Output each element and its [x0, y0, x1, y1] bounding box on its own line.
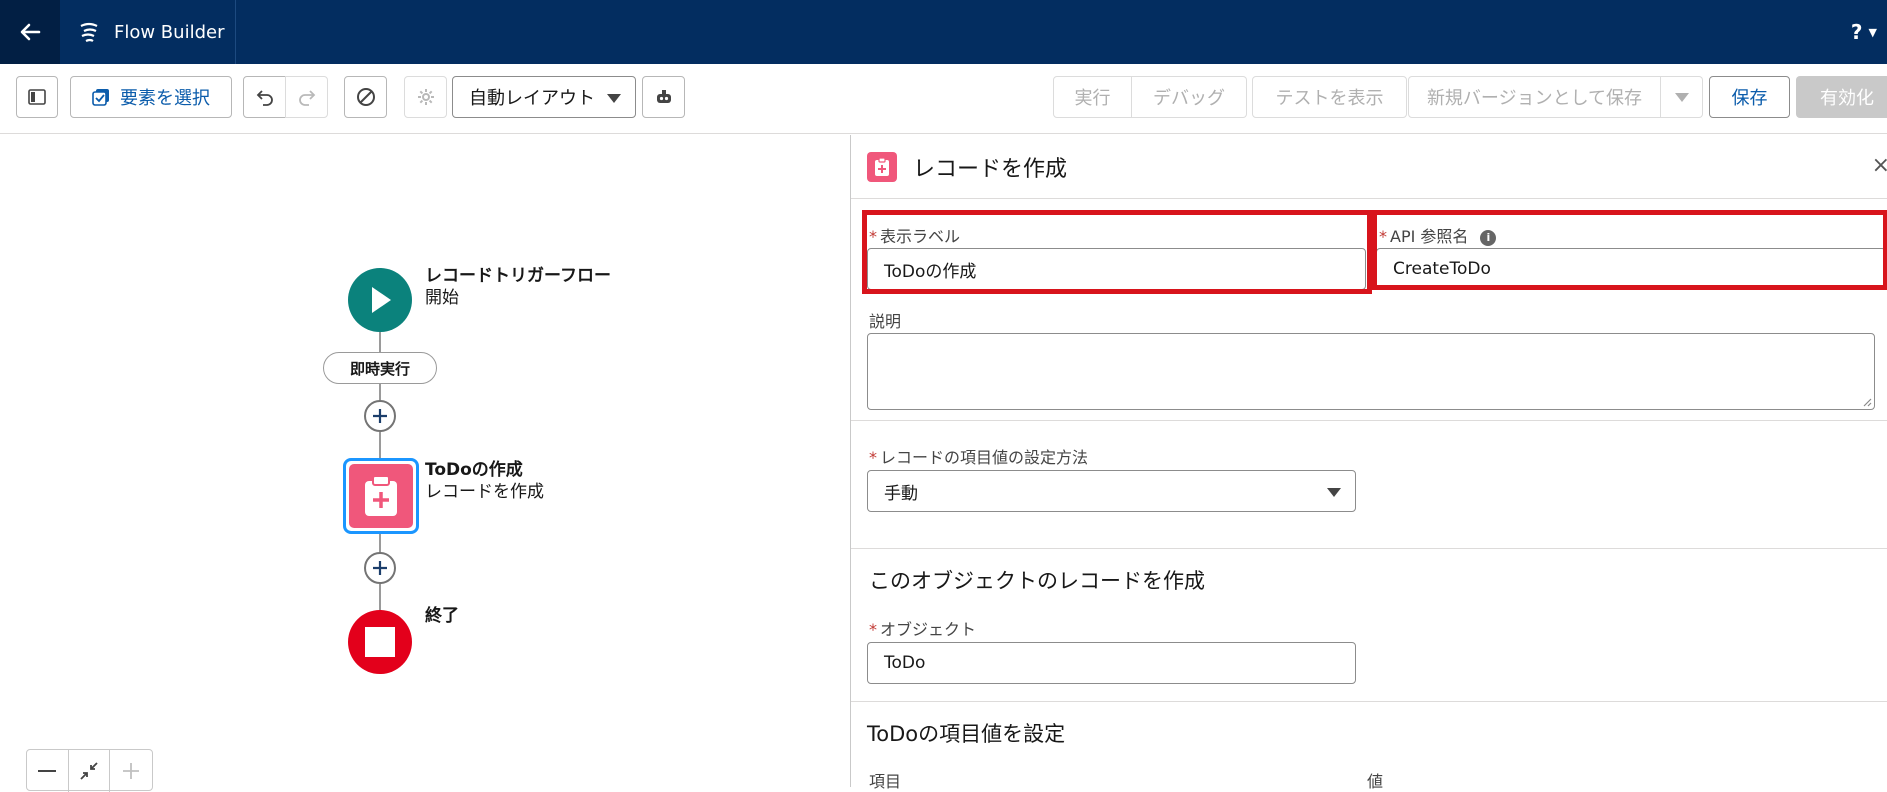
select-elements-label: 要素を選択 [120, 88, 210, 109]
save-version-group: 新規バージョンとして保存 [1408, 76, 1703, 118]
flow-connector-button[interactable] [642, 76, 685, 118]
panel-toggle-icon [28, 89, 46, 105]
flow-logo-icon [80, 22, 98, 43]
app-brand: Flow Builder [60, 0, 236, 64]
select-checkbox-icon [92, 89, 109, 106]
panel-title: レコードを作成 [913, 157, 1068, 182]
zoom-in-button[interactable] [110, 750, 152, 792]
values-section-title: ToDoの項目値を設定 [867, 722, 1066, 746]
divider [851, 420, 1887, 421]
create-record-node-body [349, 464, 413, 528]
back-arrow-icon [20, 23, 41, 41]
end-node-title: 終了 [425, 606, 459, 626]
description-field-label: 説明 [869, 312, 902, 331]
plus-icon [373, 561, 387, 575]
run-debug-group: 実行 デバッグ [1053, 76, 1247, 118]
chevron-down-icon [1327, 488, 1341, 497]
minus-icon [38, 770, 57, 772]
highlight-box-label [862, 210, 1372, 294]
object-section-title: このオブジェクトのレコードを作成 [869, 569, 1205, 593]
set-method-select-value: 手動 [884, 483, 918, 504]
robot-icon [656, 90, 671, 103]
end-node[interactable] [348, 610, 412, 674]
global-header: Flow Builder ? ▼ [0, 0, 1887, 64]
resize-grip-icon [1863, 398, 1872, 407]
highlight-box-api-name [1372, 210, 1887, 290]
plus-icon [123, 763, 140, 779]
fit-view-button[interactable] [69, 750, 111, 792]
zoom-out-button[interactable] [27, 750, 69, 792]
errors-button[interactable] [344, 76, 387, 118]
set-method-select[interactable]: 手動 [867, 470, 1356, 512]
help-icon: ? [1850, 20, 1863, 44]
values-column-value: 値 [1367, 772, 1384, 791]
contract-icon [80, 762, 98, 780]
create-record-node-subtitle: レコードを作成 [425, 482, 544, 502]
back-button[interactable] [0, 0, 60, 64]
stop-icon [365, 627, 395, 657]
select-elements-button[interactable]: 要素を選択 [70, 76, 232, 118]
add-element-button[interactable] [364, 552, 396, 584]
create-record-node-title: ToDoの作成 [425, 460, 523, 480]
clipboard-plus-icon [867, 152, 897, 182]
activate-button[interactable]: 有効化 [1796, 76, 1887, 118]
redo-button[interactable] [285, 76, 328, 118]
save-as-new-version-button[interactable]: 新規バージョンとして保存 [1408, 76, 1661, 118]
chevron-down-icon [607, 94, 621, 103]
values-column-field: 項目 [869, 772, 902, 791]
object-field-label: * オブジェクト [869, 620, 977, 639]
run-button[interactable]: 実行 [1053, 76, 1132, 118]
save-button[interactable]: 保存 [1709, 76, 1790, 118]
object-field-input[interactable]: ToDo [867, 642, 1356, 684]
toolbar: 要素を選択 自動レイアウト 実行 デバッグ テストを表示 新規バージョンとして保… [0, 64, 1887, 134]
property-panel: レコードを作成 × * 表示ラベル ToDoの作成 * API 参照名 i Creat… [850, 135, 1887, 791]
panel-header: レコードを作成 × [851, 135, 1887, 199]
view-tests-group: テストを表示 [1252, 76, 1407, 118]
divider [851, 701, 1887, 702]
app-title: Flow Builder [114, 21, 225, 43]
create-record-node-label: ToDoの作成 レコードを作成 [425, 459, 544, 503]
redo-icon [298, 90, 315, 106]
connector-line [379, 432, 381, 458]
connector-line [379, 332, 381, 352]
add-element-button[interactable] [364, 400, 396, 432]
zoom-controls [26, 749, 153, 792]
settings-button[interactable] [404, 76, 447, 118]
layout-select[interactable]: 自動レイアウト [452, 76, 636, 118]
divider [851, 548, 1887, 549]
layout-select-value: 自動レイアウト [469, 88, 595, 109]
play-icon [372, 287, 391, 313]
connector-line [379, 584, 381, 610]
set-method-field-label: * レコードの項目値の設定方法 [869, 448, 1089, 467]
view-tests-button[interactable]: テストを表示 [1252, 76, 1407, 118]
start-node-label: レコードトリガーフロー 開始 [425, 265, 611, 309]
create-record-node[interactable] [343, 458, 419, 534]
plus-icon [373, 409, 387, 423]
chevron-down-icon: ▼ [1868, 25, 1877, 39]
end-node-label: 終了 [425, 605, 459, 627]
run-immediately-path[interactable]: 即時実行 [323, 352, 437, 384]
chevron-down-icon [1674, 92, 1689, 102]
undo-button[interactable] [243, 76, 286, 118]
description-textarea[interactable] [867, 333, 1875, 410]
undo-icon [256, 90, 273, 106]
help-menu[interactable]: ? ▼ [1851, 20, 1877, 44]
start-node[interactable] [348, 268, 412, 332]
connector-line [379, 534, 381, 554]
save-menu-button[interactable] [1661, 76, 1703, 118]
clipboard-plus-icon [365, 475, 397, 516]
prohibited-icon [356, 88, 375, 106]
close-icon[interactable]: × [1872, 153, 1887, 178]
gear-icon [417, 89, 434, 105]
start-node-title: レコードトリガーフロー [425, 266, 611, 286]
toggle-toolbox-button[interactable] [16, 76, 58, 118]
debug-button[interactable]: デバッグ [1132, 76, 1247, 118]
start-node-subtitle: 開始 [425, 288, 459, 308]
